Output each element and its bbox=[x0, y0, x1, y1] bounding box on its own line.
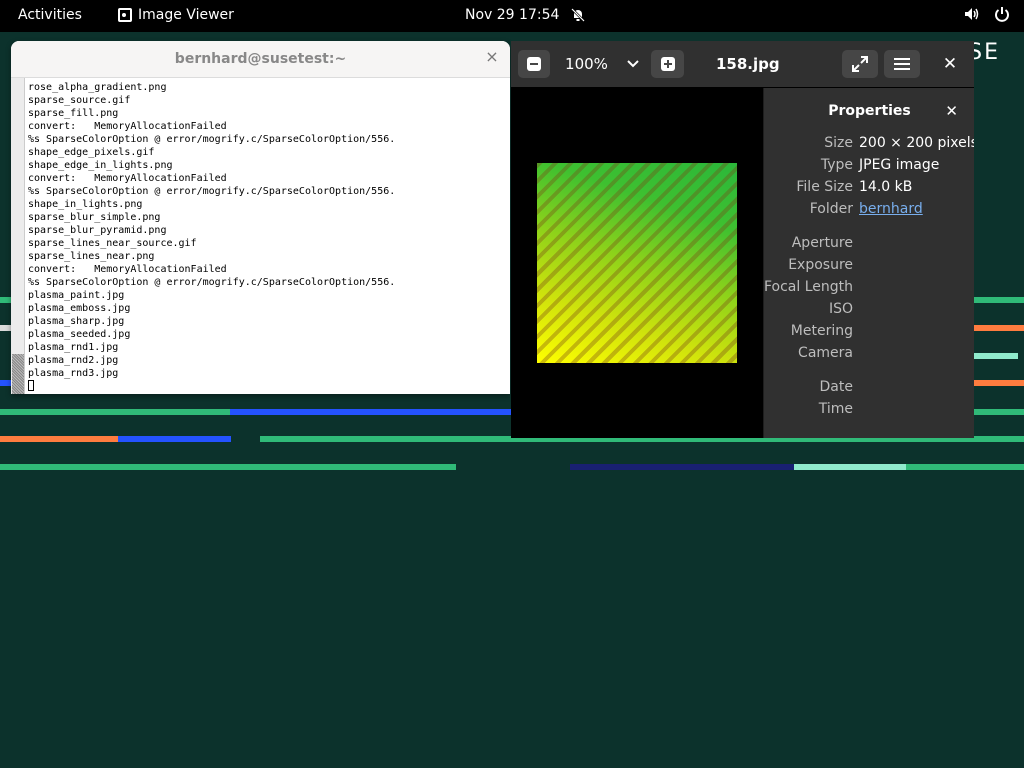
terminal-line: plasma_seeded.jpg bbox=[28, 329, 131, 340]
zoom-in-button[interactable] bbox=[651, 50, 684, 78]
terminal-titlebar[interactable]: bernhard@susetest:~ × bbox=[11, 41, 510, 78]
close-icon: ✕ bbox=[942, 54, 958, 74]
property-label: Type bbox=[820, 157, 853, 173]
zoom-out-button[interactable] bbox=[518, 50, 550, 78]
system-tray[interactable] bbox=[964, 6, 1010, 22]
wallpaper-stripe bbox=[0, 436, 118, 442]
property-value: 200 × 200 pixels bbox=[859, 135, 974, 151]
property-label: Date bbox=[819, 379, 853, 395]
terminal-title: bernhard@susetest:~ bbox=[174, 51, 347, 67]
viewer-headerbar[interactable]: 100% 158.jpg ✕ bbox=[511, 41, 974, 87]
zoom-out-icon bbox=[527, 57, 541, 71]
terminal-line: plasma_emboss.jpg bbox=[28, 303, 131, 314]
terminal-line: shape_edge_pixels.gif bbox=[28, 147, 155, 158]
wallpaper-stripe bbox=[118, 436, 231, 442]
terminal-line: convert: MemoryAllocationFailed bbox=[28, 121, 227, 132]
terminal-scrollbar-thumb[interactable] bbox=[12, 354, 24, 394]
terminal-line: %s SparseColorOption @ error/mogrify.c/S… bbox=[28, 134, 396, 145]
terminal-window[interactable]: bernhard@susetest:~ × rose_alpha_gradien… bbox=[11, 41, 510, 394]
terminal-line: rose_alpha_gradient.png bbox=[28, 82, 167, 93]
terminal-prompt[interactable] bbox=[28, 380, 395, 393]
terminal-close-icon[interactable]: × bbox=[485, 49, 499, 65]
terminal-line: plasma_sharp.jpg bbox=[28, 316, 125, 327]
terminal-line: plasma_rnd2.jpg bbox=[28, 355, 119, 366]
terminal-line: convert: MemoryAllocationFailed bbox=[28, 264, 227, 275]
wallpaper-stripe bbox=[974, 409, 1024, 415]
terminal-line: shape_in_lights.png bbox=[28, 199, 143, 210]
volume-icon[interactable] bbox=[964, 6, 980, 22]
property-label: Camera bbox=[798, 345, 853, 361]
displayed-image bbox=[537, 163, 737, 363]
folder-link[interactable]: bernhard bbox=[859, 201, 923, 217]
wallpaper-stripe bbox=[0, 409, 230, 415]
terminal-line: sparse_blur_pyramid.png bbox=[28, 225, 167, 236]
property-label: Metering bbox=[790, 323, 853, 339]
image-canvas[interactable] bbox=[511, 87, 763, 438]
clock-time: 17:54 bbox=[519, 7, 560, 23]
activities-button[interactable]: Activities bbox=[18, 7, 82, 23]
property-label: Focal Length bbox=[763, 279, 853, 295]
property-label: Aperture bbox=[791, 235, 853, 251]
terminal-line: shape_edge_in_lights.png bbox=[28, 160, 173, 171]
fullscreen-icon bbox=[852, 56, 868, 72]
wallpaper-stripe bbox=[570, 464, 794, 470]
image-viewer-window[interactable]: 100% 158.jpg ✕ Properties ✕ Size 200 × 20… bbox=[511, 41, 974, 438]
property-label: File Size bbox=[796, 179, 853, 195]
terminal-output[interactable]: rose_alpha_gradient.png sparse_source.gif… bbox=[28, 81, 395, 393]
top-bar: Activities Image Viewer Nov 29 17:54 bbox=[0, 0, 1024, 32]
chevron-down-icon bbox=[627, 60, 639, 68]
zoom-level-value: 100% bbox=[565, 55, 608, 73]
property-label: Folder bbox=[809, 201, 853, 217]
app-menu[interactable]: Image Viewer bbox=[118, 7, 234, 23]
app-name: Image Viewer bbox=[138, 7, 234, 23]
property-value: 14.0 kB bbox=[859, 179, 913, 195]
text-cursor bbox=[28, 380, 34, 391]
property-label: Exposure bbox=[788, 257, 853, 273]
terminal-line: %s SparseColorOption @ error/mogrify.c/S… bbox=[28, 277, 396, 288]
terminal-line: plasma_rnd3.jpg bbox=[28, 368, 119, 379]
wallpaper-stripe bbox=[794, 464, 906, 470]
wallpaper-stripe bbox=[974, 325, 1024, 331]
power-icon[interactable] bbox=[994, 6, 1010, 22]
zoom-in-icon bbox=[660, 57, 675, 71]
clock-date: Nov 29 bbox=[465, 7, 515, 23]
properties-title: Properties bbox=[828, 103, 911, 119]
clock[interactable]: Nov 29 17:54 bbox=[465, 7, 586, 23]
wallpaper-stripe bbox=[974, 353, 1018, 359]
property-value: JPEG image bbox=[859, 157, 940, 173]
properties-close-icon[interactable]: ✕ bbox=[945, 102, 958, 120]
terminal-line: plasma_paint.jpg bbox=[28, 290, 125, 301]
terminal-line: %s SparseColorOption @ error/mogrify.c/S… bbox=[28, 186, 396, 197]
terminal-line: convert: MemoryAllocationFailed bbox=[28, 173, 227, 184]
property-label: Time bbox=[818, 401, 853, 417]
main-menu-button[interactable] bbox=[884, 50, 920, 78]
zoom-level-dropdown[interactable]: 100% bbox=[554, 50, 651, 78]
terminal-line: plasma_rnd1.jpg bbox=[28, 342, 119, 353]
wallpaper-stripe bbox=[906, 464, 1024, 470]
terminal-line: sparse_fill.png bbox=[28, 108, 119, 119]
wallpaper-stripe bbox=[230, 409, 511, 415]
wallpaper-stripe bbox=[0, 464, 456, 470]
wallpaper-stripe bbox=[974, 297, 1024, 303]
viewer-filename: 158.jpg bbox=[716, 55, 780, 73]
terminal-scrollbar[interactable] bbox=[11, 78, 25, 394]
property-label: ISO bbox=[828, 301, 853, 317]
hamburger-menu-icon bbox=[894, 58, 910, 70]
viewer-close-button[interactable]: ✕ bbox=[935, 50, 965, 78]
image-viewer-icon bbox=[118, 8, 132, 22]
properties-panel: Properties ✕ Size 200 × 200 pixels Type JP… bbox=[763, 88, 974, 438]
fullscreen-button[interactable] bbox=[842, 50, 878, 78]
terminal-line: sparse_lines_near.png bbox=[28, 251, 155, 262]
terminal-line: sparse_blur_simple.png bbox=[28, 212, 161, 223]
wallpaper-stripe bbox=[974, 380, 1024, 386]
terminal-line: sparse_source.gif bbox=[28, 95, 131, 106]
notifications-muted-icon bbox=[571, 8, 586, 22]
terminal-line: sparse_lines_near_source.gif bbox=[28, 238, 197, 249]
property-label: Size bbox=[824, 135, 853, 151]
